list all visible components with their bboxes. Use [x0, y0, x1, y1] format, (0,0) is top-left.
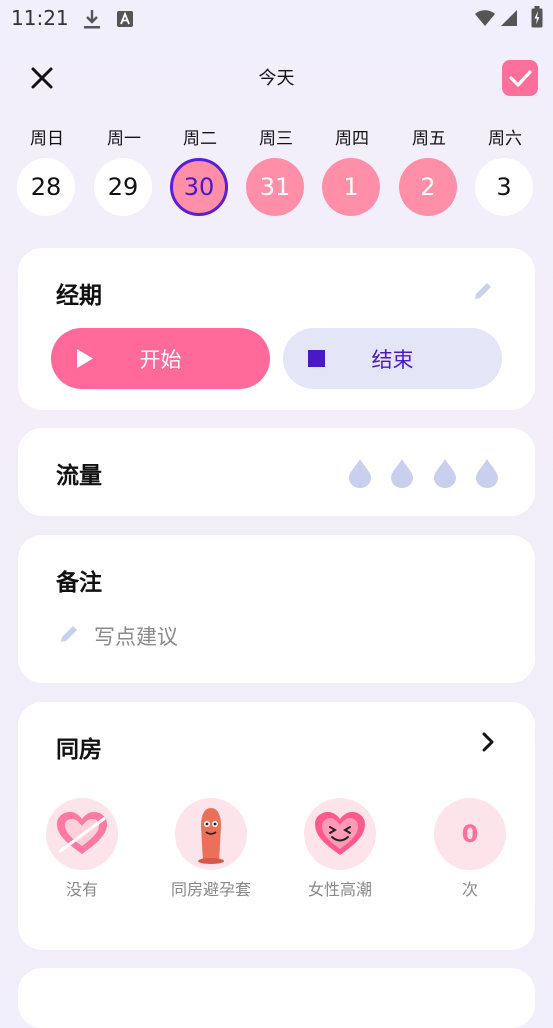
- day-circle-selected[interactable]: 30: [170, 158, 228, 216]
- option-label: 次: [461, 880, 478, 899]
- day-circle[interactable]: 29: [94, 158, 152, 216]
- notes-title: 备注: [56, 570, 102, 596]
- period-card: 经期 开始 结束: [18, 248, 535, 410]
- option-label: 没有: [65, 880, 98, 899]
- wifi-icon: [475, 10, 495, 26]
- happy-heart-icon: [315, 812, 365, 855]
- notes-card: 备注 写点建议: [18, 535, 535, 683]
- flow-card: 流量: [18, 428, 535, 516]
- pencil-icon: [61, 626, 77, 642]
- notes-input[interactable]: 写点建议: [56, 617, 496, 653]
- broken-heart-icon: [57, 812, 107, 854]
- day-circle-period[interactable]: 2: [399, 158, 457, 216]
- period-start-label: 开始: [139, 348, 182, 372]
- flow-drop-icon-1[interactable]: [348, 458, 372, 488]
- header: 今天: [0, 52, 553, 102]
- day-circle-period[interactable]: 1: [322, 158, 380, 216]
- day-circle[interactable]: 28: [17, 158, 75, 216]
- day-circle[interactable]: 3: [475, 158, 533, 216]
- day-label: 周日: [30, 129, 64, 149]
- day-label: 周二: [183, 129, 217, 149]
- option-label: 女性高潮: [307, 880, 372, 899]
- day-label: 周一: [107, 129, 141, 149]
- option-circle: 0: [434, 798, 506, 870]
- day-label: 周三: [259, 129, 293, 149]
- week-strip: 周日 28 周一 29 周二 30 周三 31 周四 1 周五 2 周六 3: [0, 124, 553, 224]
- download-icon: [84, 10, 100, 29]
- page-title: 今天: [258, 68, 295, 89]
- flow-drop-icon-4[interactable]: [475, 458, 499, 488]
- option-circle: [46, 798, 118, 870]
- condom-icon: [198, 808, 224, 864]
- option-label: 同房避孕套: [170, 880, 251, 899]
- edit-pencil-icon[interactable]: [472, 280, 494, 302]
- next-card: [18, 968, 535, 1028]
- period-end-label: 结束: [371, 348, 414, 372]
- confirm-button[interactable]: [502, 60, 538, 96]
- period-title: 经期: [56, 283, 102, 309]
- period-start-button[interactable]: 开始: [51, 328, 270, 389]
- notes-placeholder: 写点建议: [94, 625, 178, 649]
- battery-icon: [531, 6, 543, 28]
- option-circle: [175, 798, 247, 870]
- day-circle-period[interactable]: 31: [246, 158, 304, 216]
- status-bar: 11:21: [0, 0, 553, 38]
- day-label: 周四: [335, 129, 369, 149]
- flow-drop-icon-3[interactable]: [433, 458, 457, 488]
- flow-title: 流量: [56, 463, 102, 489]
- day-label: 周六: [488, 129, 522, 149]
- day-label: 周五: [412, 129, 446, 149]
- flow-drop-icon-2[interactable]: [390, 458, 414, 488]
- chevron-right-icon[interactable]: [480, 732, 496, 752]
- text-a-icon: [117, 11, 133, 27]
- intimacy-title: 同房: [56, 737, 102, 763]
- option-circle: [304, 798, 376, 870]
- status-time: 11:21: [11, 6, 69, 30]
- period-end-button[interactable]: 结束: [283, 328, 502, 389]
- intimacy-card: 同房 没有 同房避孕套 女性高潮 0 次: [18, 702, 535, 950]
- signal-icon: [501, 10, 517, 26]
- count-value: 0: [461, 820, 479, 848]
- check-icon: [509, 70, 532, 87]
